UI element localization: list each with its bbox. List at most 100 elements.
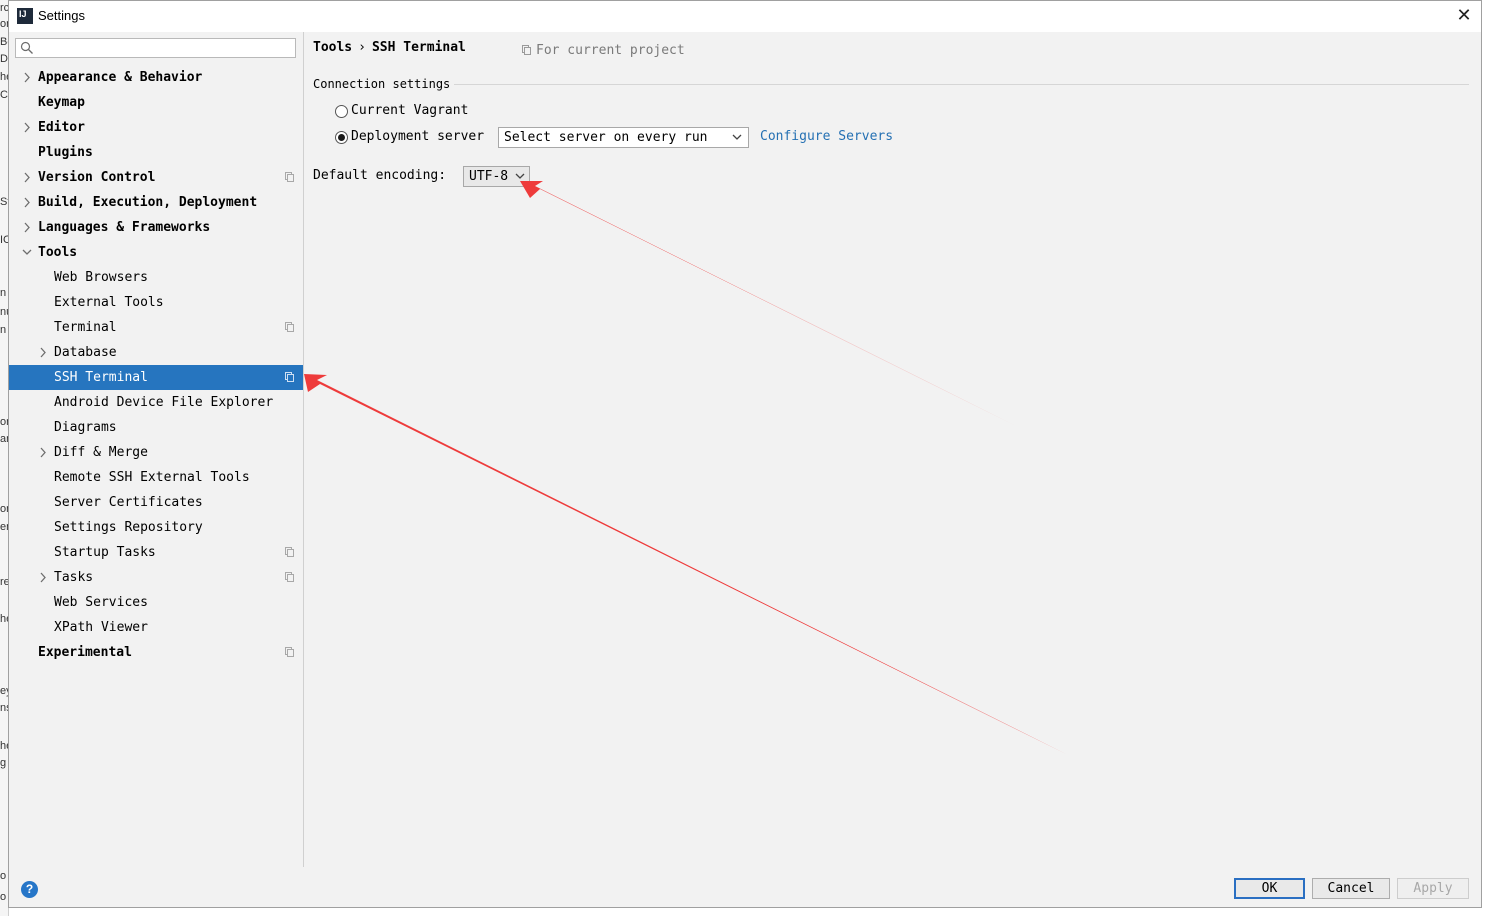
default-encoding-label: Default encoding: <box>313 168 447 183</box>
tree-item-label: XPath Viewer <box>54 620 148 635</box>
tree-item-keymap[interactable]: Keymap <box>9 90 303 115</box>
deployment-server-select[interactable]: Select server on every run <box>498 127 749 148</box>
deployment-server-label[interactable]: Deployment server <box>351 129 484 144</box>
search-icon <box>20 41 33 54</box>
tree-item-plugins[interactable]: Plugins <box>9 140 303 165</box>
project-scope-icon <box>522 45 531 55</box>
tree-item-version-control[interactable]: Version Control <box>9 165 303 190</box>
tree-item-web-services[interactable]: Web Services <box>9 590 303 615</box>
tree-item-diff-merge[interactable]: Diff & Merge <box>9 440 303 465</box>
tree-item-appearance-behavior[interactable]: Appearance & Behavior <box>9 65 303 90</box>
background-text-fragment: n <box>0 324 7 336</box>
tree-item-label: Tasks <box>54 570 94 585</box>
tree-item-tools[interactable]: Tools <box>9 240 303 265</box>
search-box[interactable] <box>15 38 296 58</box>
tree-item-ssh-terminal[interactable]: SSH Terminal <box>9 365 303 390</box>
background-text-fragment: n <box>0 287 7 299</box>
chevron-right-icon[interactable] <box>37 440 49 465</box>
tree-item-label: External Tools <box>54 295 164 310</box>
deployment-server-radio[interactable] <box>335 131 348 144</box>
window-title: Settings <box>38 8 85 23</box>
chevron-right-icon[interactable] <box>21 65 33 90</box>
tree-item-label: Diagrams <box>54 420 117 435</box>
chevron-right-icon[interactable] <box>37 565 49 590</box>
breadcrumb: Tools › SSH Terminal <box>313 40 466 55</box>
tree-item-external-tools[interactable]: External Tools <box>9 290 303 315</box>
chevron-right-icon[interactable] <box>21 115 33 140</box>
tree-item-label: Diff & Merge <box>54 445 148 460</box>
chevron-right-icon[interactable] <box>37 340 49 365</box>
tree-item-web-browsers[interactable]: Web Browsers <box>9 265 303 290</box>
tree-item-label: Appearance & Behavior <box>38 70 203 85</box>
chevron-right-icon[interactable] <box>21 165 33 190</box>
tree-item-label: Settings Repository <box>54 520 203 535</box>
scope-hint: For current project <box>522 43 685 58</box>
chevron-right-icon[interactable] <box>21 215 33 240</box>
help-button[interactable]: ? <box>21 881 38 898</box>
background-text-fragment: o <box>0 870 7 882</box>
settings-tree-panel: Appearance & Behavior Keymap Editor Plugins… <box>9 32 304 867</box>
tree-item-build-execution-deployment[interactable]: Build, Execution, Deployment <box>9 190 303 215</box>
tree-item-label: SSH Terminal <box>54 370 148 385</box>
chevron-down-icon[interactable] <box>21 240 33 265</box>
tree-item-xpath-viewer[interactable]: XPath Viewer <box>9 615 303 640</box>
current-vagrant-label[interactable]: Current Vagrant <box>351 103 468 118</box>
project-level-icon <box>285 372 294 382</box>
tree-item-label: Tools <box>38 245 78 260</box>
tree-item-label: Keymap <box>38 95 85 110</box>
apply-button[interactable]: Apply <box>1397 878 1469 899</box>
tree-item-database[interactable]: Database <box>9 340 303 365</box>
tree-item-label: Experimental <box>38 645 132 660</box>
intellij-app-icon <box>17 8 33 24</box>
tree-item-label: Editor <box>38 120 85 135</box>
breadcrumb-separator: › <box>358 40 366 55</box>
tree-item-label: Web Browsers <box>54 270 148 285</box>
project-level-icon <box>285 647 294 657</box>
tree-item-label: Android Device File Explorer <box>54 395 274 410</box>
search-input[interactable] <box>38 40 292 58</box>
tree-item-languages-frameworks[interactable]: Languages & Frameworks <box>9 215 303 240</box>
tree-item-label: Version Control <box>38 170 156 185</box>
project-level-icon <box>285 547 294 557</box>
encoding-select-value: UTF-8 <box>469 169 509 184</box>
chevron-right-icon[interactable] <box>21 190 33 215</box>
chevron-down-icon <box>732 134 742 140</box>
tree-item-diagrams[interactable]: Diagrams <box>9 415 303 440</box>
project-level-icon <box>285 572 294 582</box>
tree-item-label: Terminal <box>54 320 117 335</box>
tree-item-label: Build, Execution, Deployment <box>38 195 258 210</box>
close-button[interactable]: ✕ <box>1453 5 1475 27</box>
breadcrumb-current: SSH Terminal <box>371 40 466 55</box>
tree-item-label: Database <box>54 345 117 360</box>
connection-settings-title: Connection settings <box>313 77 451 91</box>
tree-item-server-certificates[interactable]: Server Certificates <box>9 490 303 515</box>
server-select-value: Select server on every run <box>504 130 708 145</box>
settings-dialog: Settings ✕ Appearance & Behavior Keymap Ed… <box>8 0 1482 908</box>
cancel-button[interactable]: Cancel <box>1312 878 1390 899</box>
breadcrumb-parent: Tools <box>313 40 353 55</box>
tree-item-android-device-file-explorer[interactable]: Android Device File Explorer <box>9 390 303 415</box>
chevron-down-icon <box>515 173 525 179</box>
background-text-fragment: o <box>0 891 7 903</box>
tree-item-label: Languages & Frameworks <box>38 220 211 235</box>
tree-item-label: Server Certificates <box>54 495 203 510</box>
tree-item-terminal[interactable]: Terminal <box>9 315 303 340</box>
project-level-icon <box>285 172 294 182</box>
default-encoding-select[interactable]: UTF-8 <box>463 166 530 187</box>
tree-item-startup-tasks[interactable]: Startup Tasks <box>9 540 303 565</box>
background-text-fragment: g <box>0 757 7 769</box>
tree-item-remote-ssh-external-tools[interactable]: Remote SSH External Tools <box>9 465 303 490</box>
tree-item-label: Remote SSH External Tools <box>54 470 250 485</box>
settings-content-panel: Tools › SSH Terminal For current project C… <box>304 32 1481 867</box>
tree-item-label: Plugins <box>38 145 93 160</box>
configure-servers-link[interactable]: Configure Servers <box>760 129 893 144</box>
current-vagrant-radio[interactable] <box>335 105 348 118</box>
scope-hint-text: For current project <box>536 43 685 58</box>
title-bar: Settings ✕ <box>9 1 1481 32</box>
tree-item-experimental[interactable]: Experimental <box>9 640 303 665</box>
tree-item-settings-repository[interactable]: Settings Repository <box>9 515 303 540</box>
tree-item-editor[interactable]: Editor <box>9 115 303 140</box>
tree-item-tasks[interactable]: Tasks <box>9 565 303 590</box>
ok-button[interactable]: OK <box>1234 878 1305 899</box>
tree-item-label: Startup Tasks <box>54 545 156 560</box>
